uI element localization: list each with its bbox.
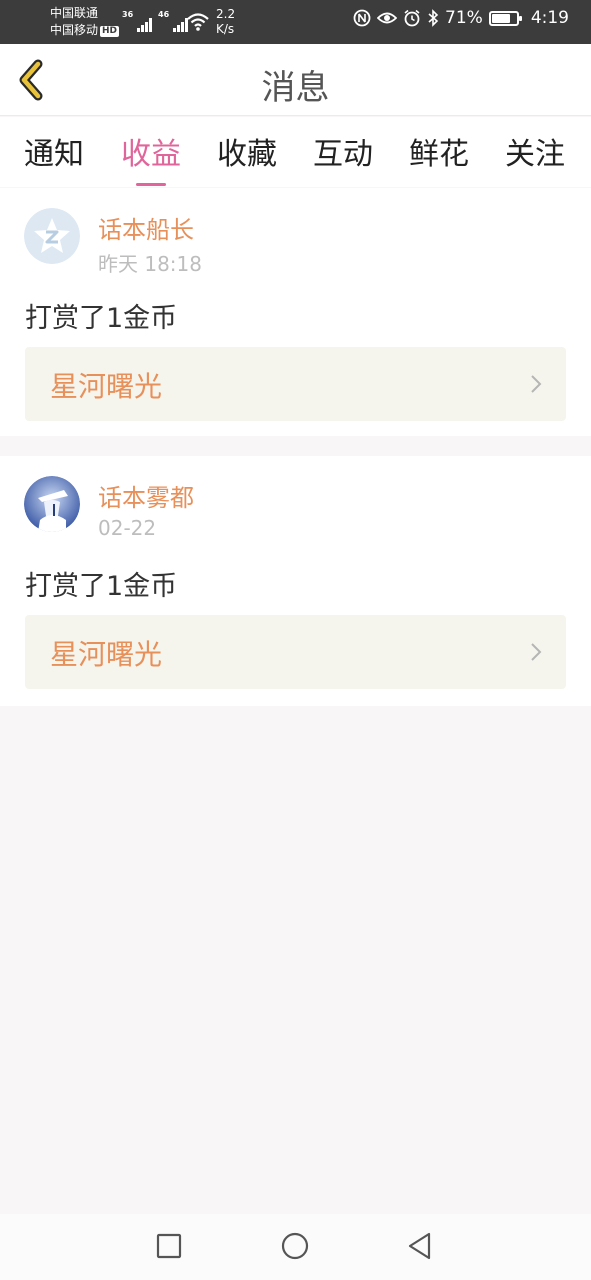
app-header: 消息 [0,44,591,116]
page-title: 消息 [261,68,330,108]
work-title: 星河曙光 [50,638,163,671]
speed-value: 2.2 [216,7,236,21]
tab-flowers[interactable]: 鲜花 [404,129,474,173]
tab-notifications[interactable]: 通知 [19,129,89,173]
nfc-icon [353,9,371,27]
sim1-network-tag: 36 [122,10,134,19]
tab-label: 收益 [121,137,181,172]
hd-badge: HD [100,26,120,37]
work-title: 星河曙光 [50,370,163,403]
tab-label: 通知 [24,137,84,172]
speed-unit: K/s [216,22,235,36]
bluetooth-icon [428,9,439,27]
wifi-icon [187,13,209,31]
back-triangle-icon[interactable] [406,1231,436,1261]
chevron-right-icon [531,643,542,661]
system-nav-bar [0,1214,591,1280]
tab-label: 鲜花 [409,137,469,172]
user-name[interactable]: 话本雾都 [98,478,194,513]
signal-icon-sim2: 46 [158,10,188,32]
message-card: 话本船长 昨天 18:18 打赏了1金币 星河曙光 [0,188,591,436]
carrier-1: 中国联通 [50,6,99,20]
message-text: 打赏了1金币 [25,303,178,334]
avatar[interactable] [24,208,80,264]
chevron-right-icon [531,375,542,393]
eye-icon [377,12,398,24]
tab-interactions[interactable]: 互动 [308,129,378,173]
recent-apps-icon[interactable] [154,1231,184,1261]
message-time: 昨天 18:18 [98,252,202,276]
tab-label: 关注 [505,137,565,172]
sim2-network-tag: 46 [158,10,170,19]
signal-icon-sim1: 36 [122,10,152,32]
active-tab-indicator [136,183,166,186]
battery-percent: 71% [445,8,483,28]
message-card: 话本雾都 02-22 打赏了1金币 星河曙光 [0,456,591,706]
clock: 4:19 [530,8,569,28]
tab-label: 互动 [313,137,373,172]
message-text: 打赏了1金币 [25,571,178,602]
tab-favorites[interactable]: 收藏 [212,129,282,173]
alarm-icon [404,9,420,27]
work-link[interactable]: 星河曙光 [25,615,566,689]
message-time: 02-22 [98,516,157,540]
tab-label: 收藏 [217,137,277,172]
work-link[interactable]: 星河曙光 [25,347,566,421]
tab-bar: 通知 收益 收藏 互动 鲜花 关注 [0,117,591,187]
user-name[interactable]: 话本船长 [98,210,194,245]
network-speed: 2.2 K/s [216,7,235,37]
battery-icon [488,10,522,26]
carrier-info: 中国联通 中国移动 HD [50,5,120,39]
tab-earnings[interactable]: 收益 [116,129,186,186]
tab-following[interactable]: 关注 [500,129,570,173]
carrier-2: 中国移动 [50,23,99,37]
avatar[interactable] [24,476,80,532]
home-icon[interactable] [280,1231,310,1261]
status-bar: 中国联通 中国移动 HD 36 46 2.2 K/s 71% 4:19 [0,0,591,44]
